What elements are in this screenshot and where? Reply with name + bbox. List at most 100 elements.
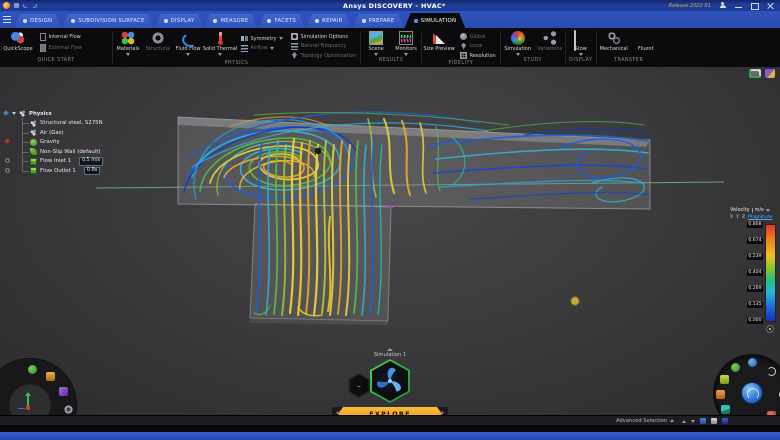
monitor-point-marker[interactable] [571,297,579,305]
texture-view-icon[interactable] [721,405,730,414]
display-options-icon[interactable] [722,418,728,424]
remove-stage-button[interactable]: – [348,373,370,398]
topology-optimization-button[interactable]: Topology Optimization [291,52,356,59]
close-button[interactable] [766,2,775,10]
ribbon-tab-bar: Design Subdivision Surface Display Measu… [0,11,780,28]
reset-view-icon[interactable] [767,367,776,376]
legend-title: Velocity [730,207,750,213]
monitors-button[interactable]: Monitors [391,31,421,56]
physics-icon [19,110,26,117]
appearance-icon[interactable] [765,69,775,78]
natural-frequency-button[interactable]: Natural Frequency [291,43,356,50]
legend-unit-caret-icon[interactable] [766,209,770,212]
advanced-selection-toggle[interactable]: Advanced Selection [616,418,674,424]
legend-value: 0.404 [747,270,763,276]
shaded-view-icon[interactable] [28,365,37,374]
tab-prepare-icon [362,19,366,23]
stage-collapse-icon[interactable] [387,348,393,351]
global-fidelity-button[interactable]: Global [460,33,496,40]
tab-design[interactable]: Design [14,14,61,28]
tree-label: Physics [29,111,52,117]
maximize-button[interactable] [750,2,759,10]
tree-item-physics[interactable]: Physics [4,109,184,119]
save-icon[interactable] [14,3,19,8]
viewport-canvas[interactable]: Physics Structural steel, S275N Air (Gas… [0,67,780,415]
outlet-value-chip[interactable]: 0 Pa [84,167,100,176]
tab-subdivision-surface[interactable]: Subdivision Surface [62,14,153,28]
tab-label: Display [171,18,195,24]
solid-thermal-button[interactable]: Solid Thermal [203,31,237,56]
selection-filter-icon[interactable] [700,418,706,424]
component-magnitude[interactable]: Magnitude [748,215,772,220]
orbit-view-icon[interactable] [748,358,757,367]
variations-button[interactable]: Variations [535,31,565,52]
simulation-stage-button[interactable] [370,359,410,403]
quickscope-button[interactable]: QuickScope [0,31,36,52]
symmetry-button[interactable]: Symmetry [241,35,283,42]
legend-settings-icon[interactable] [766,325,774,333]
inlet-value-chip[interactable]: 0.5 m/s [79,157,103,166]
record-reel-icon[interactable] [64,405,73,414]
status-bar: Advanced Selection [0,415,780,425]
ribbon-group-fidelity: Size Preview Global Local Resolution Fid… [422,28,500,67]
monitors-icon [399,31,413,45]
scene-button[interactable]: Scene [361,31,391,56]
tab-simulation[interactable]: Simulation [405,13,466,28]
tree-item-flow-inlet[interactable]: Flow Inlet 1 0.5 m/s [4,157,184,167]
tree-item-gravity[interactable]: Gravity [4,138,184,148]
component-z[interactable]: Z [742,215,745,220]
airflow-button[interactable]: Airflow [241,45,283,52]
snapshot-camera-icon[interactable] [749,69,761,78]
mechanical-button[interactable]: Mechanical [597,31,631,52]
isometric-cube-icon[interactable] [59,387,68,396]
expander-icon[interactable] [12,112,16,115]
resolution-button[interactable]: Resolution [460,52,496,59]
globe-icon [460,33,467,40]
external-flow-button[interactable]: External Flow [40,44,82,52]
local-fidelity-button[interactable]: Local [460,43,496,50]
stow-button[interactable]: Stow [566,31,596,56]
legend-unit[interactable]: m/s [755,207,764,213]
structural-icon [151,31,165,45]
component-y[interactable]: Y [736,215,739,220]
legend-panel[interactable]: Velocity m/s X Y Z Magnitude 0.808 0.674… [730,207,777,326]
section-box-icon[interactable] [716,390,725,399]
account-icon[interactable] [718,2,727,10]
tab-display[interactable]: Display [155,14,204,28]
materials-button[interactable]: Materials [113,31,143,56]
airflow-icon [241,45,248,52]
tab-facets[interactable]: Facets [258,14,305,28]
gizmo-center-button[interactable] [741,382,763,404]
shaded-view-icon[interactable] [731,363,740,372]
tab-repair[interactable]: Repair [306,14,352,28]
ansys-logo-icon[interactable] [3,2,10,9]
simulation-options-button[interactable]: Simulation Options [291,33,356,40]
undo-icon[interactable] [23,3,28,8]
model-view-icon[interactable] [46,372,55,381]
tab-simulation-icon [414,19,418,23]
fluent-button[interactable]: Fluent [631,31,661,52]
size-preview-button[interactable]: Size Preview [422,31,456,52]
tree-item-flow-outlet[interactable]: Flow Outlet 1 0 Pa [4,166,184,176]
internal-flow-button[interactable]: Internal Flow [40,33,82,41]
solid-thermal-icon [213,31,227,45]
scroll-up-icon[interactable] [682,420,686,423]
component-x[interactable]: X [730,215,733,220]
tree-item-material[interactable]: Structural steel, S275N [4,119,184,129]
hamburger-menu-icon[interactable] [0,11,14,28]
structural-button[interactable]: Structural [143,31,173,52]
simulation-study-button[interactable]: Simulation [501,31,535,56]
tree-item-wall[interactable]: Non-Slip Wall (default) [4,147,184,157]
fluid-flow-button[interactable]: Fluid Flow [173,31,203,56]
tab-prepare[interactable]: Prepare [353,14,404,28]
tree-item-air[interactable]: Air (Gas) [4,128,184,138]
probe-point-marker[interactable] [315,148,321,154]
group-label-display: Display [566,58,596,67]
tab-measure[interactable]: Measure [204,14,257,28]
minimize-button[interactable] [734,2,743,10]
snap-options-icon[interactable] [711,418,717,424]
chart-tool-icon[interactable] [720,375,729,384]
scroll-down-icon[interactable] [691,420,695,423]
legend-colorbar [765,224,776,322]
redo-icon[interactable] [32,3,37,8]
